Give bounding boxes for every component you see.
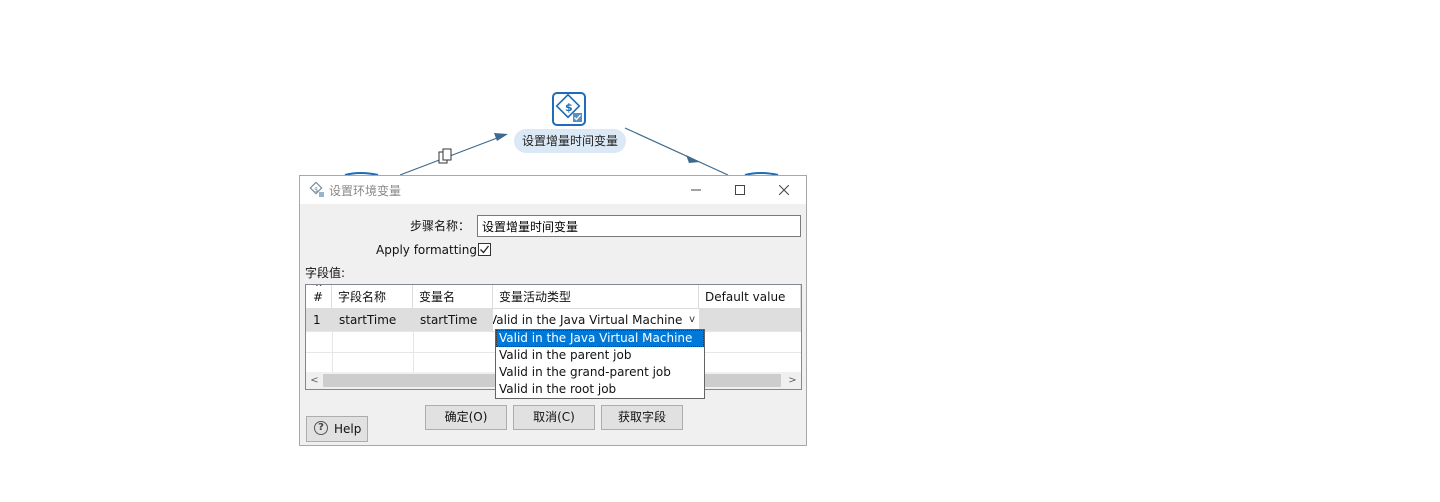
close-button[interactable] (762, 176, 806, 204)
grid-divider (332, 331, 333, 373)
maximize-icon (735, 185, 745, 195)
hop-arrow-in (494, 133, 508, 141)
apply-formatting-label: Apply formatting (376, 243, 477, 257)
fields-label: 字段值: (305, 266, 346, 280)
cancel-button[interactable]: 取消(C) (513, 405, 595, 430)
maximize-button[interactable] (718, 176, 762, 204)
svg-text:$: $ (565, 101, 573, 114)
help-button[interactable]: ? Help (306, 416, 368, 442)
help-icon: ? (314, 421, 328, 435)
minimize-button[interactable] (674, 176, 718, 204)
set-variables-dialog: $ 设置环境变量 步骤名称： Apply formatting 字段值: ^ #… (299, 175, 807, 446)
scroll-right-icon[interactable]: > (784, 372, 801, 389)
apply-formatting-checkbox[interactable] (478, 243, 491, 256)
copy-rows-icon (438, 148, 452, 164)
row-number: 1 (313, 313, 321, 327)
column-header-variable-name[interactable]: 变量名 (413, 285, 493, 309)
step-name-label: 步骤名称： (409, 219, 470, 233)
scope-type-combo[interactable]: Valid in the Java Virtual Machine v (493, 309, 699, 331)
step-name-input[interactable] (477, 215, 801, 237)
dropdown-option-grand-parent-job[interactable]: Valid in the grand-parent job (496, 364, 704, 381)
svg-text:$: $ (314, 186, 318, 194)
minimize-icon (691, 189, 701, 191)
get-fields-button[interactable]: 获取字段 (601, 405, 683, 430)
field-name-cell[interactable]: startTime (332, 309, 413, 331)
column-header-default-value[interactable]: Default value (699, 285, 801, 309)
default-value-cell[interactable] (699, 309, 801, 331)
column-header-index[interactable]: ^ # (306, 285, 332, 309)
chevron-down-icon[interactable]: v (689, 309, 695, 331)
dialog-titlebar[interactable]: $ 设置环境变量 (300, 176, 806, 204)
ok-button[interactable]: 确定(O) (425, 405, 507, 430)
scroll-left-icon[interactable]: < (306, 372, 323, 389)
hop-arrow-out (686, 155, 700, 163)
dropdown-option-parent-job[interactable]: Valid in the parent job (496, 347, 704, 364)
dialog-title: 设置环境变量 (329, 184, 402, 198)
help-label: Help (334, 422, 362, 436)
step-node-label: 设置增量时间变量 (514, 129, 626, 153)
dropdown-option-root-job[interactable]: Valid in the root job (496, 381, 704, 398)
scope-type-value: Valid in the Java Virtual Machine (493, 313, 683, 327)
hop-line-out[interactable] (624, 127, 729, 176)
column-header-field-name[interactable]: 字段名称 (332, 285, 413, 309)
checkmark-icon (480, 245, 490, 254)
close-icon (779, 185, 789, 195)
variable-name-cell[interactable]: startTime (413, 309, 493, 331)
set-variables-icon: $ (555, 93, 582, 122)
set-variables-step-node[interactable]: $ (552, 92, 586, 126)
dropdown-option-jvm[interactable]: Valid in the Java Virtual Machine (496, 330, 704, 347)
sort-indicator-icon: ^ (315, 285, 323, 293)
dialog-title-icon: $ (309, 182, 324, 197)
grid-divider (413, 331, 414, 373)
column-header-scope-type[interactable]: 变量活动类型 (493, 285, 699, 309)
scope-type-dropdown-list[interactable]: Valid in the Java Virtual Machine Valid … (495, 329, 705, 399)
